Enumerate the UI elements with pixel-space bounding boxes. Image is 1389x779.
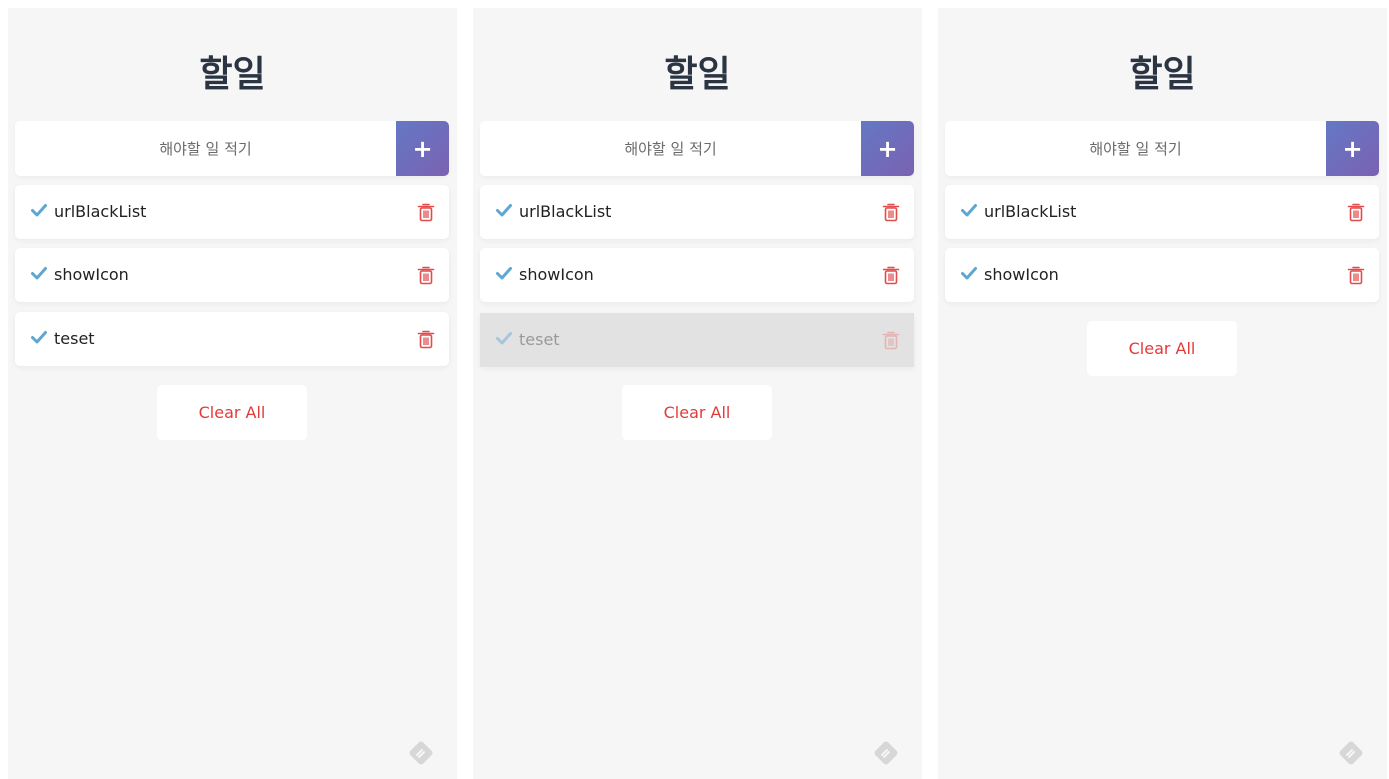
todo-panel-3: 할일 + urlBlackList showIcon Clear All	[938, 8, 1387, 779]
trash-icon[interactable]	[882, 265, 900, 285]
todo-panel-2: 할일 + urlBlackList showIcon teset Clear A…	[473, 8, 922, 779]
todo-text: teset	[519, 330, 560, 349]
todo-item: showIcon	[945, 248, 1379, 302]
plus-icon: +	[1342, 134, 1363, 163]
plus-icon: +	[412, 134, 433, 163]
brand-logo-icon[interactable]	[1337, 739, 1365, 767]
check-icon[interactable]	[496, 330, 512, 346]
check-icon[interactable]	[31, 265, 47, 281]
todo-text: showIcon	[54, 265, 129, 284]
todo-text: urlBlackList	[984, 202, 1077, 221]
todo-item: urlBlackList	[15, 185, 449, 239]
todo-item-removing: teset	[480, 313, 914, 367]
todo-item: urlBlackList	[945, 185, 1379, 239]
todo-input-row: +	[480, 121, 914, 176]
todo-text: urlBlackList	[54, 202, 147, 221]
trash-icon[interactable]	[882, 202, 900, 222]
check-icon[interactable]	[961, 202, 977, 218]
clear-all-button[interactable]: Clear All	[622, 385, 772, 440]
todo-input-row: +	[945, 121, 1379, 176]
clear-all-button[interactable]: Clear All	[1087, 321, 1237, 376]
page-title: 할일	[199, 54, 266, 95]
todo-item: showIcon	[15, 248, 449, 302]
todo-panel-1: 할일 + urlBlackList showIcon teset Clear A…	[8, 8, 457, 779]
check-icon[interactable]	[496, 202, 512, 218]
todo-item: urlBlackList	[480, 185, 914, 239]
check-icon[interactable]	[961, 265, 977, 281]
todo-input-row: +	[15, 121, 449, 176]
trash-icon[interactable]	[417, 329, 435, 349]
todo-input[interactable]	[945, 121, 1326, 176]
trash-icon[interactable]	[1347, 202, 1365, 222]
todo-input[interactable]	[480, 121, 861, 176]
check-icon[interactable]	[31, 202, 47, 218]
trash-icon[interactable]	[882, 330, 900, 350]
brand-logo-icon[interactable]	[407, 739, 435, 767]
todo-text: showIcon	[519, 265, 594, 284]
trash-icon[interactable]	[417, 265, 435, 285]
check-icon[interactable]	[31, 329, 47, 345]
add-todo-button[interactable]: +	[861, 121, 914, 176]
add-todo-button[interactable]: +	[1326, 121, 1379, 176]
page-title: 할일	[1129, 54, 1196, 95]
check-icon[interactable]	[496, 265, 512, 281]
todo-input[interactable]	[15, 121, 396, 176]
trash-icon[interactable]	[1347, 265, 1365, 285]
todo-item: showIcon	[480, 248, 914, 302]
todo-text: urlBlackList	[519, 202, 612, 221]
trash-icon[interactable]	[417, 202, 435, 222]
add-todo-button[interactable]: +	[396, 121, 449, 176]
clear-all-button[interactable]: Clear All	[157, 385, 307, 440]
todo-text: teset	[54, 329, 95, 348]
todo-item: teset	[15, 312, 449, 366]
plus-icon: +	[877, 134, 898, 163]
todo-text: showIcon	[984, 265, 1059, 284]
brand-logo-icon[interactable]	[872, 739, 900, 767]
page-title: 할일	[664, 54, 731, 95]
